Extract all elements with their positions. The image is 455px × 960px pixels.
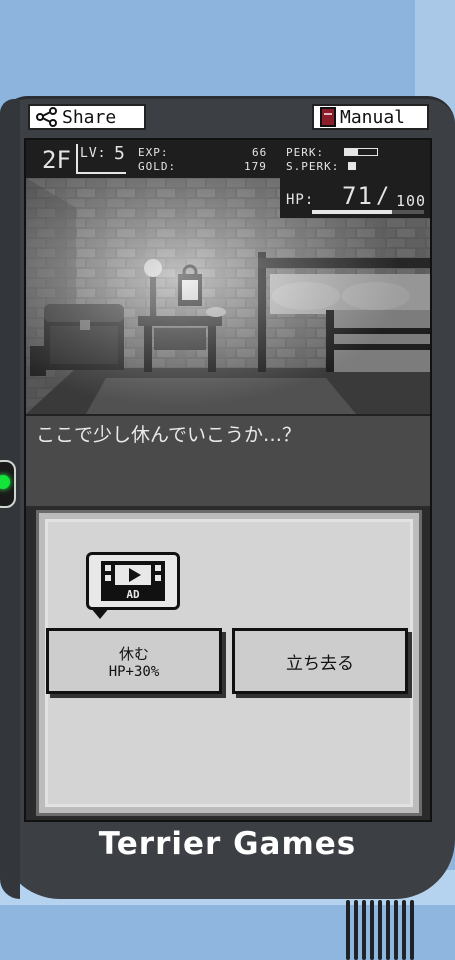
hp-current: 71: [342, 182, 373, 210]
brand-logo: Terrier Games: [98, 826, 357, 862]
ad-bubble-tail: [90, 607, 110, 619]
perk-gauge-fill: [345, 149, 358, 155]
sperk-label: S.PERK:: [286, 160, 340, 173]
exp-value: 66: [252, 146, 268, 159]
status-hud: 2F LV: 5 EXP: 66 PERK: GOLD: 179 S.PERK:: [26, 140, 430, 178]
manual-label: Manual: [340, 106, 406, 128]
hp-max: 100: [396, 192, 427, 210]
share-icon: [36, 107, 57, 127]
rest-subtitle: HP+30%: [108, 663, 160, 680]
perk-gauge: [344, 148, 378, 156]
hp-bar-fill: [312, 210, 392, 214]
side-led: [0, 460, 16, 508]
gold-value: 179: [244, 160, 267, 173]
dialog-text: ここで少し休んでいこうか…？: [36, 424, 302, 446]
video-ad-icon: AD: [101, 561, 165, 601]
book-icon: [320, 107, 336, 127]
level-value: 5: [114, 143, 126, 164]
level-label: LV:: [80, 146, 107, 161]
hp-label: HP:: [286, 192, 315, 208]
speaker-grille-icon: [346, 900, 422, 960]
hp-bar: [312, 210, 424, 214]
exp-label: EXP:: [138, 146, 169, 159]
video-ad-badge[interactable]: AD: [86, 552, 180, 610]
share-button[interactable]: Share: [28, 104, 146, 130]
rest-title: 休む: [118, 644, 149, 663]
manual-button[interactable]: Manual: [312, 104, 429, 130]
dialog-box: ここで少し休んでいこうか…？: [26, 414, 430, 506]
gold-label: GOLD:: [138, 160, 177, 173]
hud-divider: [76, 144, 78, 174]
share-label: Share: [62, 106, 117, 128]
perk-label: PERK:: [286, 146, 325, 159]
background-top: [0, 0, 455, 100]
level-progress-line: [76, 172, 126, 174]
led-light-icon: [0, 475, 10, 489]
hp-separator: /: [376, 184, 391, 209]
hp-panel: HP: 71 / 100: [280, 178, 430, 218]
floor-indicator: 2F: [42, 146, 71, 174]
rest-button[interactable]: 休む HP+30%: [46, 628, 222, 694]
sperk-gauge: [348, 162, 356, 170]
leave-title: 立ち去る: [286, 653, 354, 674]
leave-button[interactable]: 立ち去る: [232, 628, 408, 694]
game-screen: 2F LV: 5 EXP: 66 PERK: GOLD: 179 S.PERK:…: [24, 138, 432, 822]
ad-label: AD: [126, 588, 140, 601]
